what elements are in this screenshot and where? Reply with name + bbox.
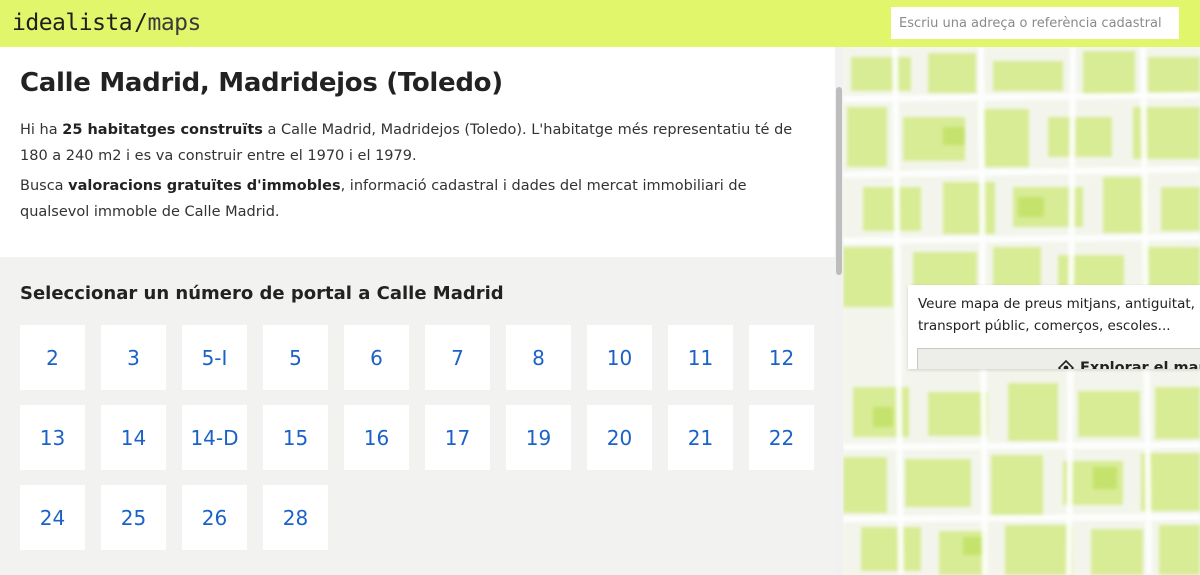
page-title: Calle Madrid, Madridejos (Toledo)	[20, 68, 503, 98]
portal-number-link[interactable]: 22	[749, 405, 814, 470]
content-panel: Calle Madrid, Madridejos (Toledo) Hi ha …	[0, 47, 843, 575]
scrollbar-thumb[interactable]	[836, 87, 842, 275]
street-description: Hi ha 25 habitatges construïts a Calle M…	[20, 117, 815, 225]
portal-number-link[interactable]: 14	[101, 405, 166, 470]
explore-map-label: Explorar el mapa	[1080, 360, 1200, 369]
portal-number-link[interactable]: 20	[587, 405, 652, 470]
desc2-bold: valoracions gratuïtes d'immobles	[68, 178, 341, 194]
portal-number-link[interactable]: 28	[263, 485, 328, 550]
description-paragraph-1: Hi ha 25 habitatges construïts a Calle M…	[20, 117, 815, 169]
portal-number-link[interactable]: 6	[344, 325, 409, 390]
portal-number-link[interactable]: 8	[506, 325, 571, 390]
portal-number-link[interactable]: 14-D	[182, 405, 247, 470]
map-card-line-1: Veure mapa de preus mitjans, antiguitat,	[918, 296, 1195, 312]
portal-number-link[interactable]: 13	[20, 405, 85, 470]
description-paragraph-2: Busca valoracions gratuïtes d'immobles, …	[20, 173, 815, 225]
portal-number-link[interactable]: 15	[263, 405, 328, 470]
portal-number-link[interactable]: 26	[182, 485, 247, 550]
portal-number-link[interactable]: 24	[20, 485, 85, 550]
map-card-line-2: transport públic, comerços, escoles...	[918, 318, 1171, 334]
portal-number-link[interactable]: 17	[425, 405, 490, 470]
portal-section-title: Seleccionar un número de portal a Calle …	[20, 283, 504, 304]
portal-number-link[interactable]: 5	[263, 325, 328, 390]
portal-number-link[interactable]: 3	[101, 325, 166, 390]
logo-maps: maps	[147, 10, 201, 36]
locate-crosshair-icon	[1057, 359, 1075, 369]
portal-selection-section: Seleccionar un número de portal a Calle …	[0, 257, 835, 550]
logo-slash: /	[134, 10, 148, 36]
portal-number-link[interactable]: 11	[668, 325, 733, 390]
map-info-card: Veure mapa de preus mitjans, antiguitat,…	[908, 285, 1200, 369]
logo-brand: idealista	[12, 10, 133, 36]
street-info-section: Calle Madrid, Madridejos (Toledo) Hi ha …	[0, 47, 835, 257]
address-search-input[interactable]	[891, 7, 1179, 39]
top-bar: idealista/maps	[0, 0, 1200, 47]
portal-number-link[interactable]: 2	[20, 325, 85, 390]
desc1-bold: 25 habitatges construïts	[62, 122, 263, 138]
desc2-pre: Busca	[20, 178, 69, 194]
portal-number-link[interactable]: 10	[587, 325, 652, 390]
portal-number-link[interactable]: 16	[344, 405, 409, 470]
idealista-maps-logo[interactable]: idealista/maps	[12, 9, 201, 37]
portal-number-link[interactable]: 5-I	[182, 325, 247, 390]
portal-number-link[interactable]: 12	[749, 325, 814, 390]
portal-number-link[interactable]: 25	[101, 485, 166, 550]
explore-map-button[interactable]: Explorar el mapa	[917, 348, 1200, 369]
portal-number-link[interactable]: 21	[668, 405, 733, 470]
content-scrollbar[interactable]	[835, 47, 843, 575]
desc1-pre: Hi ha	[20, 122, 63, 138]
portal-number-link[interactable]: 7	[425, 325, 490, 390]
portal-number-grid: 2 3 5-I 5 6 7 8 10 11 12 13 14 14-D 15 16 17 19 20 21 22 24 2…	[20, 325, 815, 550]
portal-number-link[interactable]: 19	[506, 405, 571, 470]
